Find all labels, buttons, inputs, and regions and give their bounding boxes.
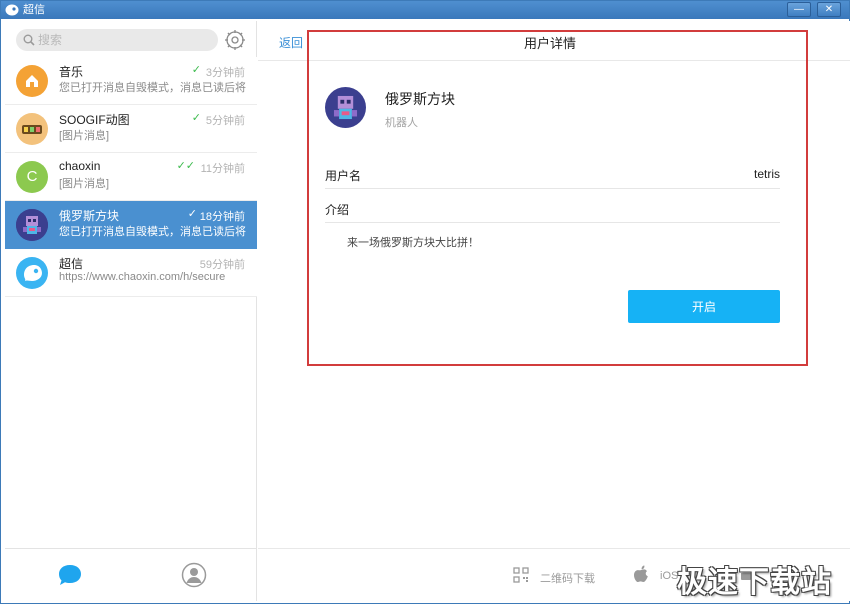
search-icon	[23, 34, 35, 46]
ios-download-label[interactable]: iOS	[660, 570, 678, 582]
profile-name: 俄罗斯方块	[385, 91, 455, 107]
search-input[interactable]	[38, 32, 208, 48]
chat-name: 音乐	[59, 65, 84, 79]
chat-item-chaoxin[interactable]: C chaoxin ✓✓ 11分钟前 [图片消息]	[5, 153, 257, 201]
chat-preview: [图片消息]	[59, 130, 110, 142]
sidebar-footer	[5, 548, 257, 601]
window-title: 超信	[23, 4, 45, 16]
user-icon[interactable]	[181, 562, 207, 588]
apple-icon[interactable]	[633, 565, 649, 583]
close-button[interactable]: ✕	[817, 2, 841, 17]
check-icon: ✓	[191, 112, 201, 124]
chat-time: 11分钟前	[200, 163, 245, 175]
chat-bubble-icon[interactable]	[57, 563, 83, 587]
intro-label: 介绍	[325, 203, 350, 217]
qr-code-icon[interactable]	[513, 567, 529, 583]
search-box[interactable]	[16, 29, 218, 51]
username-value: tetris	[753, 167, 780, 181]
avatar	[16, 257, 48, 289]
qr-download-label[interactable]: 二维码下载	[540, 570, 595, 586]
chat-preview: 您已打开消息自毁模式，消息已读后将...	[59, 226, 247, 238]
title-bar: 超信 — ✕	[1, 1, 849, 19]
chat-item-tetris[interactable]: 俄罗斯方块 ✓ 18分钟前 您已打开消息自毁模式，消息已读后将...	[5, 201, 257, 249]
home-icon	[26, 75, 38, 87]
open-chat-button[interactable]: 开启	[628, 290, 780, 323]
profile-role: 机器人	[385, 117, 418, 129]
chat-name: 超信	[59, 257, 84, 271]
chat-time: 59分钟前	[199, 259, 245, 271]
page-title: 用户详情	[524, 36, 577, 51]
intro-row: 介绍	[325, 189, 780, 223]
chat-preview: 您已打开消息自毁模式，消息已读后将...	[59, 82, 247, 94]
username-row: 用户名 tetris	[325, 155, 780, 189]
chat-preview: https://www.chaoxin.com/h/secure	[59, 271, 226, 283]
pixel-robot-avatar	[16, 209, 48, 241]
profile-avatar	[325, 87, 366, 128]
chat-time: 18分钟前	[199, 211, 245, 223]
chat-list: 音乐 ✓ 3分钟前 您已打开消息自毁模式，消息已读后将... SOOGIF动图 …	[5, 57, 257, 297]
chat-name: SOOGIF动图	[59, 113, 130, 127]
chat-preview: [图片消息]	[59, 178, 110, 190]
chat-name: 俄罗斯方块	[59, 209, 120, 223]
chat-item-chaoxin-official[interactable]: 超信 59分钟前 https://www.chaoxin.com/h/secur…	[5, 249, 257, 297]
minimize-button[interactable]: —	[787, 2, 811, 17]
avatar	[16, 65, 48, 97]
avatar	[16, 209, 48, 241]
username-label: 用户名	[325, 169, 362, 183]
chaoxin-logo	[24, 265, 42, 281]
panel-header: 返回 用户详情	[258, 21, 850, 61]
check-icon: ✓	[187, 208, 197, 220]
chat-time: 5分钟前	[205, 115, 245, 127]
check-icon: ✓	[191, 64, 201, 76]
gif-logo	[22, 125, 42, 134]
double-check-icon: ✓✓	[176, 160, 195, 172]
chat-time: 3分钟前	[205, 67, 245, 79]
app-logo-icon	[5, 4, 19, 16]
chat-item-music[interactable]: 音乐 ✓ 3分钟前 您已打开消息自毁模式，消息已读后将...	[5, 57, 257, 105]
app-window: 超信 — ✕ 搜索 音乐 ✓ 3分钟前 您已打开消息自毁模式，消息已读后将...…	[0, 0, 850, 604]
avatar-letter: C	[16, 161, 48, 193]
gear-icon[interactable]	[224, 29, 246, 51]
sidebar: 音乐 ✓ 3分钟前 您已打开消息自毁模式，消息已读后将... SOOGIF动图 …	[5, 21, 257, 601]
back-link[interactable]: 返回	[279, 34, 303, 51]
pixel-robot-avatar	[325, 87, 366, 128]
chat-item-soogif[interactable]: SOOGIF动图 ✓ 5分钟前 [图片消息]	[5, 105, 257, 153]
user-detail-panel: 返回 用户详情 俄罗斯方块 机器人 用户名 tetris 介绍 来一场俄罗斯方块…	[258, 21, 850, 601]
avatar	[16, 113, 48, 145]
watermark: 极速下载站	[677, 565, 832, 600]
chat-name: chaoxin	[59, 159, 101, 173]
intro-text: 来一场俄罗斯方块大比拼！	[347, 237, 479, 249]
